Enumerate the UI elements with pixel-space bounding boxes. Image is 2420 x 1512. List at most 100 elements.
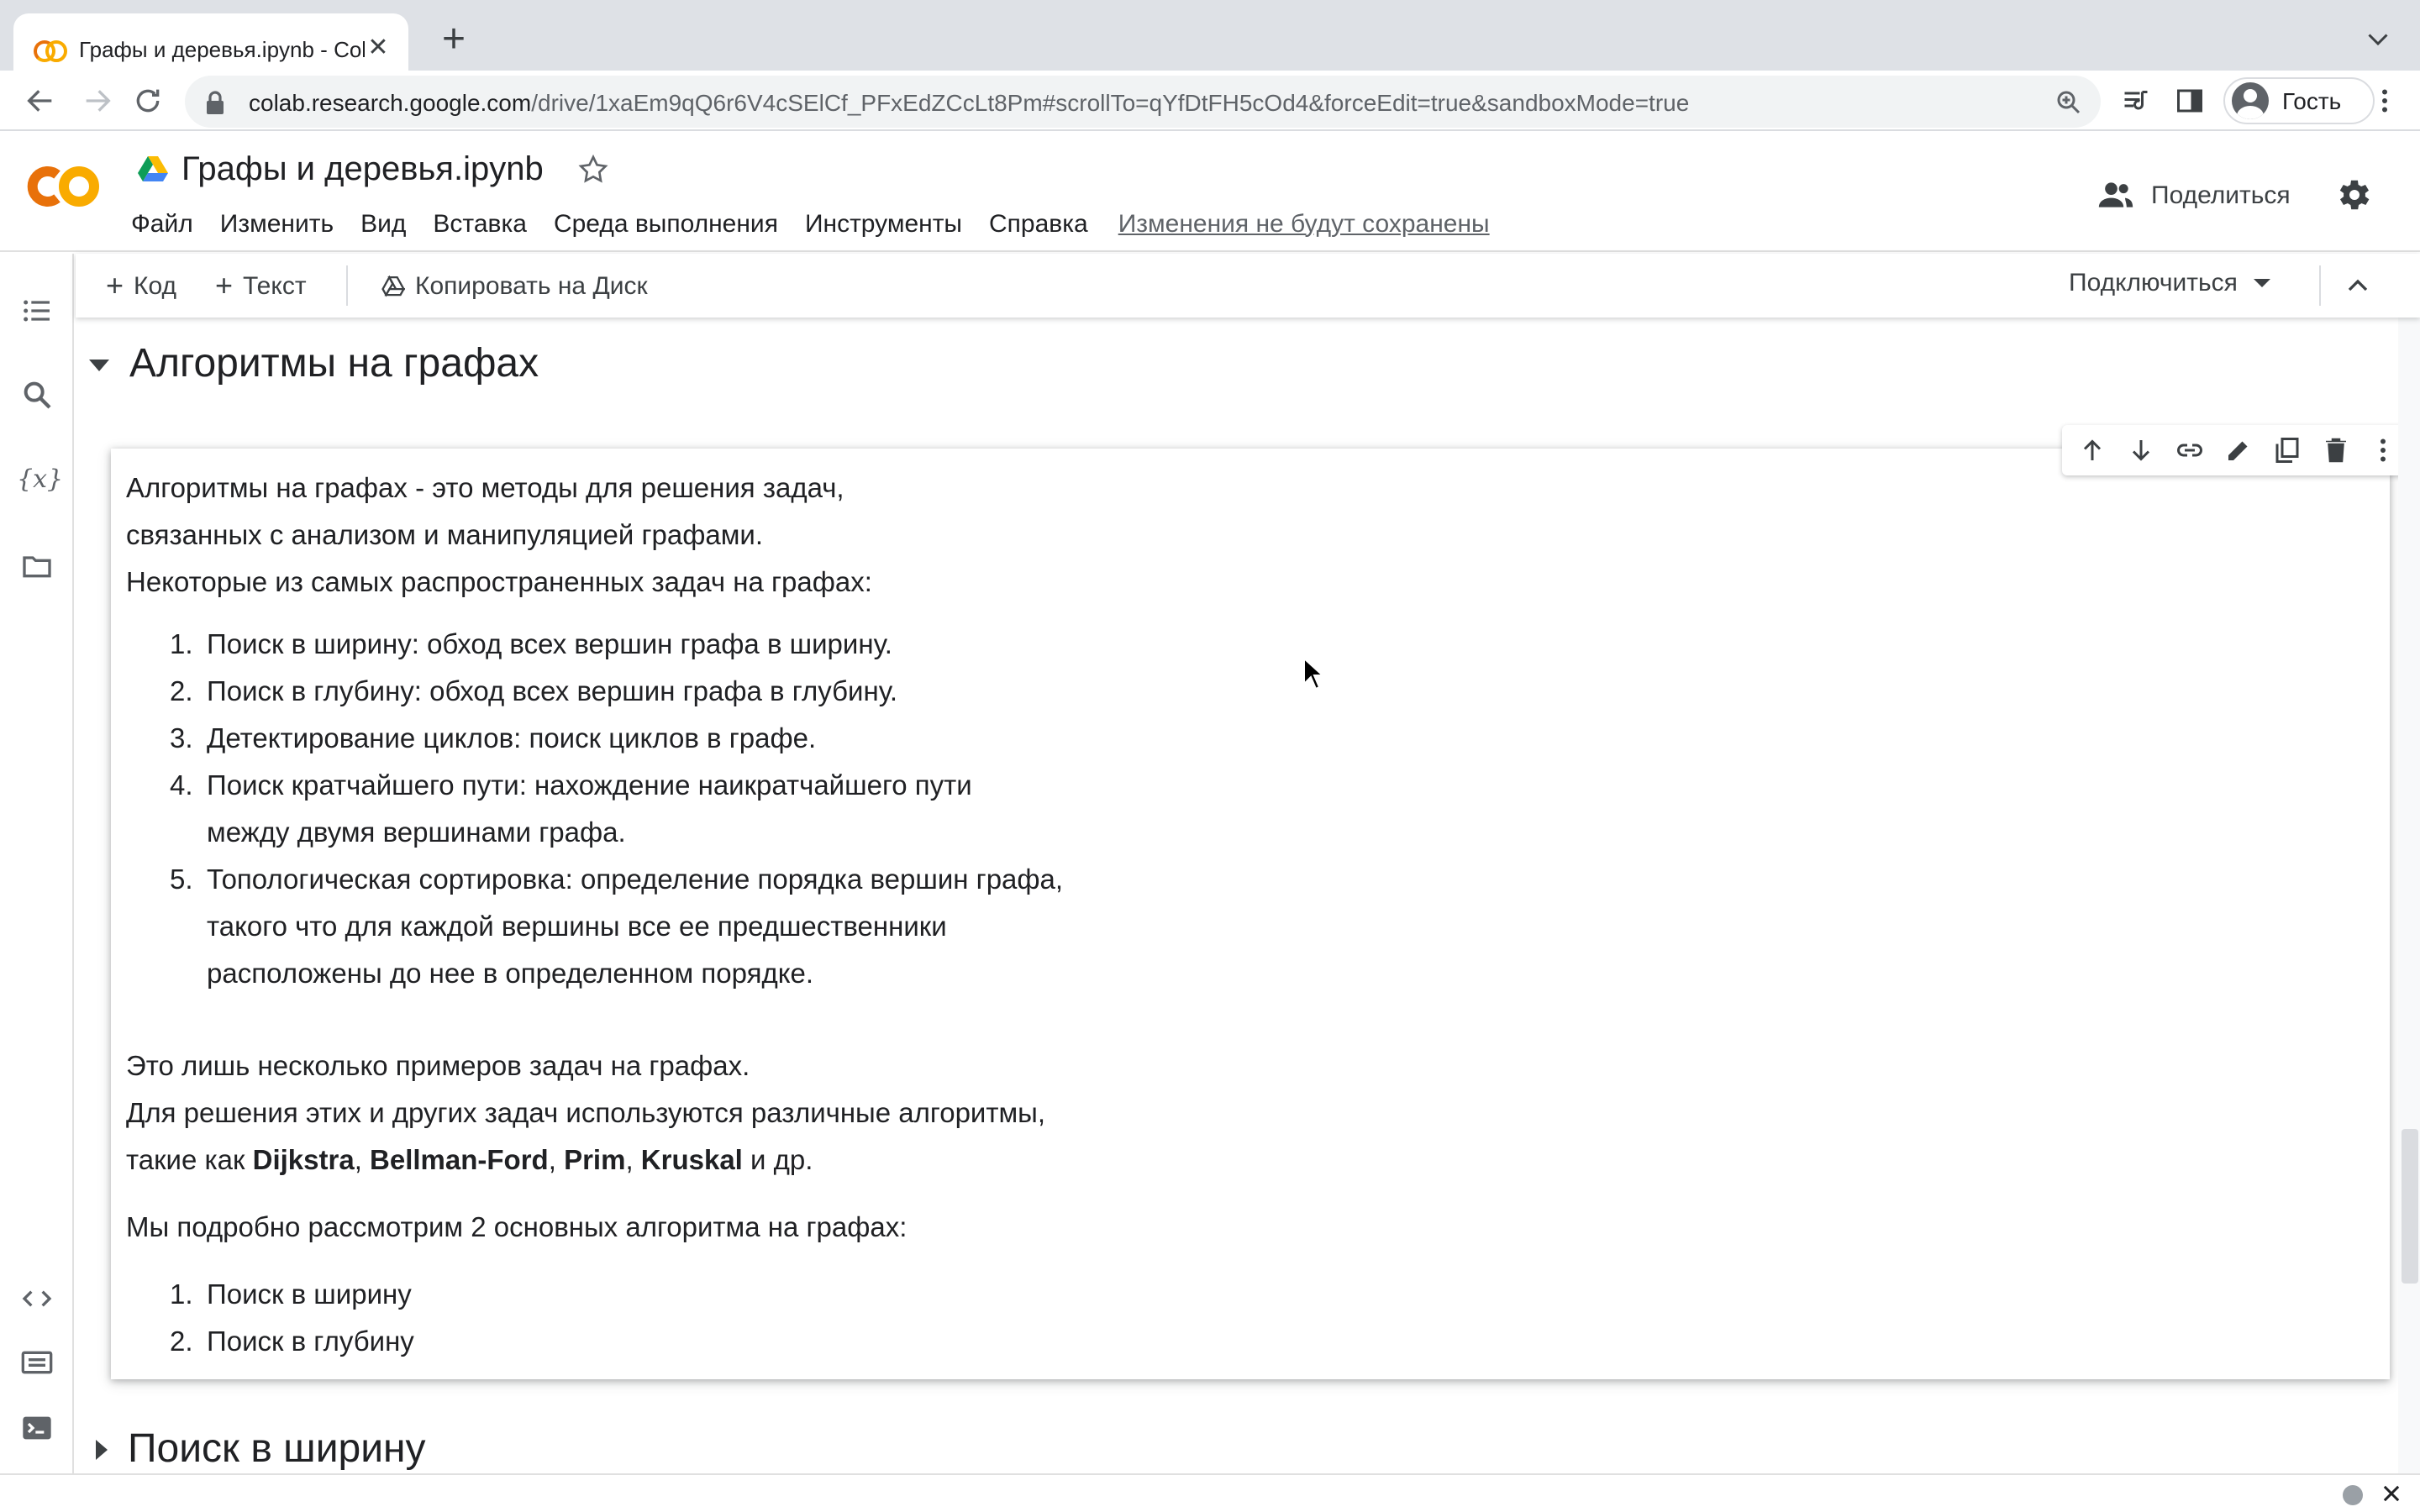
- next-section-header: Поиск в ширину: [82, 1426, 426, 1473]
- browser-tab-title: Графы и деревья.ipynb - Cola: [79, 36, 365, 61]
- scrollbar-track[interactable]: [2398, 318, 2420, 1473]
- menu-edit[interactable]: Изменить: [220, 209, 334, 238]
- expand-triangle-icon[interactable]: [96, 1440, 108, 1460]
- left-sidebar: {x}: [0, 254, 74, 1473]
- new-tab-button[interactable]: +: [434, 19, 474, 62]
- variables-icon[interactable]: {x}: [17, 462, 63, 496]
- add-text-label: Текст: [243, 271, 307, 300]
- url-text[interactable]: colab.research.google.com/drive/1xaEm9qQ…: [249, 88, 2054, 115]
- move-up-icon[interactable]: [2078, 435, 2108, 465]
- close-icon[interactable]: [2380, 1482, 2403, 1505]
- scrollbar-thumb[interactable]: [2402, 1129, 2418, 1284]
- plan-list: 1. Поиск в ширину 2. Поиск в глубину: [170, 1272, 1302, 1366]
- menu-tools[interactable]: Инструменты: [805, 209, 962, 238]
- menu-view[interactable]: Вид: [360, 209, 406, 238]
- text-cell[interactable]: Алгоритмы на графах - это методы для реш…: [111, 425, 2415, 1381]
- cell-toolbar: [2062, 425, 2415, 475]
- tasks-list: 1. Поиск в ширину: обход всех вершин граф…: [170, 622, 1302, 998]
- more-options-icon[interactable]: [2369, 435, 2399, 465]
- menu-insert[interactable]: Вставка: [433, 209, 527, 238]
- add-code-cell-button[interactable]: + Код: [106, 269, 176, 302]
- move-down-icon[interactable]: [2127, 435, 2157, 465]
- menu-file[interactable]: Файл: [131, 209, 193, 238]
- plan-intro: Мы подробно рассмотрим 2 основных алгори…: [126, 1213, 908, 1243]
- browser-toolbar: colab.research.google.com/drive/1xaEm9qQ…: [0, 71, 2420, 131]
- outro-line-algorithms: такие как Dijkstra, Bellman-Ford, Prim, …: [126, 1146, 813, 1176]
- side-panel-icon[interactable]: [2175, 86, 2205, 116]
- lock-icon[interactable]: [205, 90, 225, 113]
- colab-favicon-icon: [34, 39, 67, 62]
- plus-icon: +: [106, 269, 124, 302]
- algorithm-name: Kruskal: [640, 1146, 743, 1176]
- list-item: 1. Поиск в ширину: обход всех вершин граф…: [170, 630, 892, 660]
- unsaved-changes-link[interactable]: Изменения не будут сохранены: [1118, 209, 1490, 238]
- share-button[interactable]: Поделиться: [2097, 176, 2291, 213]
- chevron-down-icon[interactable]: [2254, 279, 2271, 287]
- markdown-output: Алгоритмы на графах - это методы для реш…: [126, 465, 1302, 1381]
- list-item: 4. Поиск кратчайшего пути: нахождение наи…: [170, 771, 972, 848]
- media-control-icon[interactable]: [2121, 86, 2151, 116]
- connect-button[interactable]: Подключиться: [2069, 269, 2271, 297]
- plus-icon: +: [215, 269, 234, 302]
- section-title: Алгоритмы на графах: [129, 341, 539, 386]
- section-header: Алгоритмы на графах: [82, 341, 539, 388]
- notebook-title[interactable]: Графы и деревья.ipynb: [182, 150, 544, 189]
- tab-close-icon[interactable]: ✕: [365, 34, 392, 62]
- intro-line: Некоторые из самых распространенных зада…: [126, 568, 872, 598]
- browser-menu-icon[interactable]: [2370, 86, 2400, 116]
- link-icon[interactable]: [2175, 435, 2205, 465]
- copy-to-drive-label: Копировать на Диск: [415, 271, 648, 300]
- connect-label: Подключиться: [2069, 269, 2238, 297]
- tab-search-chevron-icon[interactable]: [2363, 24, 2393, 54]
- reload-icon[interactable]: [131, 84, 165, 118]
- colab-logo-icon[interactable]: [24, 160, 104, 213]
- list-item: 2. Поиск в глубину: обход всех вершин гра…: [170, 677, 898, 707]
- add-code-label: Код: [134, 271, 177, 300]
- terminal-icon[interactable]: [20, 1411, 54, 1445]
- menu-help[interactable]: Справка: [989, 209, 1088, 238]
- list-item: 1. Поиск в ширину: [170, 1280, 412, 1310]
- people-icon: [2098, 182, 2133, 207]
- google-drive-icon[interactable]: [138, 156, 168, 183]
- outro-line: Для решения этих и других задач использу…: [126, 1099, 1046, 1129]
- back-arrow-icon[interactable]: [24, 84, 57, 118]
- profile-name: Гость: [2282, 87, 2342, 114]
- command-palette-icon[interactable]: [20, 1346, 54, 1379]
- copy-to-drive-button[interactable]: Копировать на Диск: [381, 269, 648, 302]
- table-of-contents-icon[interactable]: [20, 294, 54, 328]
- notebook-content: Алгоритмы на графах Алгоритмы на графах …: [76, 318, 2420, 1473]
- folder-icon[interactable]: [20, 549, 54, 583]
- algorithm-name: Prim: [564, 1146, 626, 1176]
- address-bar[interactable]: colab.research.google.com/drive/1xaEm9qQ…: [185, 76, 2101, 128]
- mouse-pointer-icon: [1303, 657, 1325, 690]
- intro-line: Алгоритмы на графах - это методы для реш…: [126, 474, 844, 504]
- list-item: 5. Топологическая сортировка: определение…: [170, 865, 1064, 990]
- drive-outline-icon: [381, 275, 405, 297]
- forward-arrow-icon[interactable]: [81, 84, 114, 118]
- status-bar: [0, 1473, 2420, 1512]
- edit-pencil-icon[interactable]: [2223, 435, 2254, 465]
- algorithm-name: Dijkstra: [252, 1146, 355, 1176]
- algorithm-name: Bellman-Ford: [370, 1146, 549, 1176]
- share-label: Поделиться: [2151, 181, 2291, 209]
- menu-runtime[interactable]: Среда выполнения: [554, 209, 778, 238]
- toolbar-divider: [2319, 265, 2321, 306]
- zoom-icon[interactable]: [2054, 87, 2084, 117]
- list-item: 3. Детектирование циклов: поиск циклов в …: [170, 724, 817, 754]
- delete-icon[interactable]: [2320, 435, 2350, 465]
- next-section-title: Поиск в ширину: [128, 1426, 426, 1472]
- profile-button[interactable]: Гость: [2223, 77, 2375, 124]
- avatar: [2232, 82, 2269, 119]
- gear-icon[interactable]: [2333, 175, 2373, 215]
- collapse-triangle-icon[interactable]: [89, 359, 109, 370]
- add-text-cell-button[interactable]: + Текст: [215, 269, 307, 302]
- outro-line: Это лишь несколько примеров задач на гра…: [126, 1052, 750, 1082]
- mirror-cell-icon[interactable]: [2272, 435, 2302, 465]
- code-snippets-icon[interactable]: [20, 1282, 54, 1315]
- star-icon[interactable]: [577, 153, 611, 186]
- menu-bar: Файл Изменить Вид Вставка Среда выполнен…: [131, 207, 1490, 240]
- status-indicator: [2343, 1485, 2363, 1505]
- search-icon[interactable]: [20, 378, 54, 412]
- collapse-header-icon[interactable]: [2341, 269, 2375, 302]
- intro-line: связанных с анализом и манипуляцией граф…: [126, 521, 764, 551]
